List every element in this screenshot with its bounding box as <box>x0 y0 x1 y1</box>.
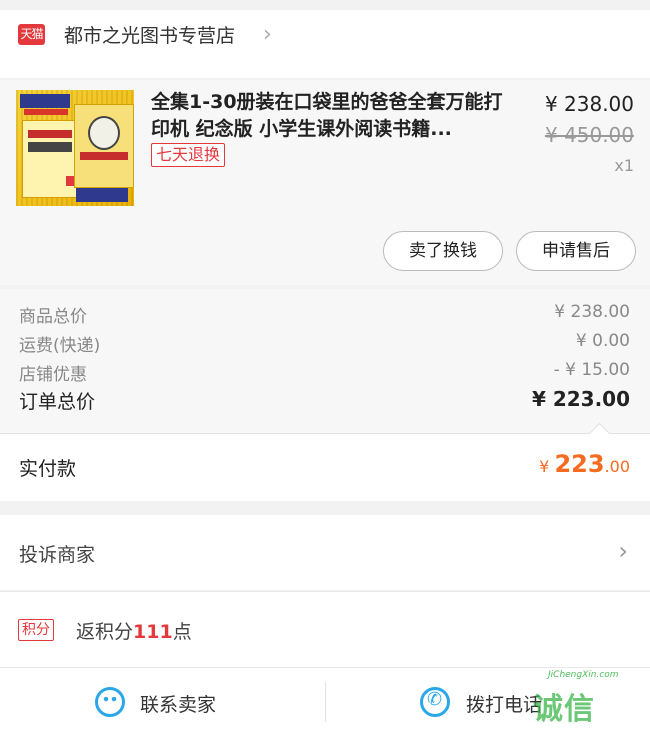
chevron-right-icon[interactable]: › <box>263 22 272 47</box>
points-row: 积分 返积分111点 <box>0 591 650 667</box>
order-summary: 商品总价 ¥ 238.00 运费(快递) ¥ 0.00 店铺优惠 - ¥ 15.… <box>0 289 650 433</box>
product-card[interactable]: 全集1-30册装在口袋里的爸爸全套万能打印机 纪念版 小学生课外阅读书籍... … <box>0 80 650 285</box>
return-policy-badge: 七天退换 <box>151 143 226 167</box>
book-cover-character <box>88 116 120 150</box>
tmall-logo-icon: 天猫 <box>18 24 45 45</box>
points-amount: 111 <box>133 621 173 643</box>
image-banner-accent <box>24 109 68 115</box>
chat-face-icon-eyes <box>103 697 117 702</box>
book-cover-right-title-bar <box>80 152 128 160</box>
watermark-logo: 诚信 <box>533 692 595 727</box>
order-total-label: 订单总价 <box>19 391 96 413</box>
paid-row: 实付款 ¥ 223.00 <box>0 433 650 501</box>
points-suffix: 点 <box>172 621 192 643</box>
points-badge: 积分 <box>18 619 54 641</box>
product-title[interactable]: 全集1-30册装在口袋里的爸爸全套万能打印机 纪念版 小学生课外阅读书籍... <box>151 89 521 143</box>
paid-currency: ¥ <box>539 457 550 476</box>
phone-icon-glyph: ✆ <box>427 689 443 710</box>
watermark-text: JiChengXin.com <box>548 670 619 680</box>
complain-merchant-row[interactable]: 投诉商家 › <box>0 515 650 590</box>
book-cover-subtitle-bar <box>28 142 72 152</box>
paid-amount-integer: 223 <box>554 450 605 478</box>
goods-total-value: ¥ 238.00 <box>554 302 630 322</box>
image-footer-strip <box>76 188 128 202</box>
discount-label: 店铺优惠 <box>19 365 87 385</box>
goods-total-label: 商品总价 <box>19 307 87 327</box>
bottom-bar-divider <box>325 682 326 722</box>
shipping-label: 运费(快递) <box>19 336 101 356</box>
current-price: ¥ 238.00 <box>544 92 634 116</box>
book-cover-title-bar <box>28 130 72 138</box>
shop-name[interactable]: 都市之光图书专营店 <box>64 21 235 48</box>
after-sale-button[interactable]: 申请售后 <box>516 231 636 271</box>
chat-face-icon[interactable] <box>95 687 125 717</box>
quantity: x1 <box>614 156 634 175</box>
chevron-right-icon: › <box>618 537 628 565</box>
paid-amount-decimal: .00 <box>604 457 630 476</box>
image-banner <box>20 94 70 108</box>
sell-button[interactable]: 卖了换钱 <box>383 231 503 271</box>
original-price: ¥ 450.00 <box>544 123 634 147</box>
shipping-value: ¥ 0.00 <box>575 331 630 351</box>
product-image[interactable] <box>16 90 134 206</box>
discount-value: - ¥ 15.00 <box>553 360 630 380</box>
contact-seller-button[interactable]: 联系卖家 <box>140 690 216 717</box>
call-seller-button[interactable]: 拨打电话 <box>466 690 542 717</box>
points-prefix: 返积分 <box>76 621 134 643</box>
points-text: 返积分111点 <box>76 617 192 644</box>
paid-label: 实付款 <box>19 458 77 480</box>
order-total-value: ¥ 223.00 <box>531 387 630 411</box>
complain-merchant-label: 投诉商家 <box>19 544 96 566</box>
paid-amount: ¥ 223.00 <box>539 450 630 478</box>
